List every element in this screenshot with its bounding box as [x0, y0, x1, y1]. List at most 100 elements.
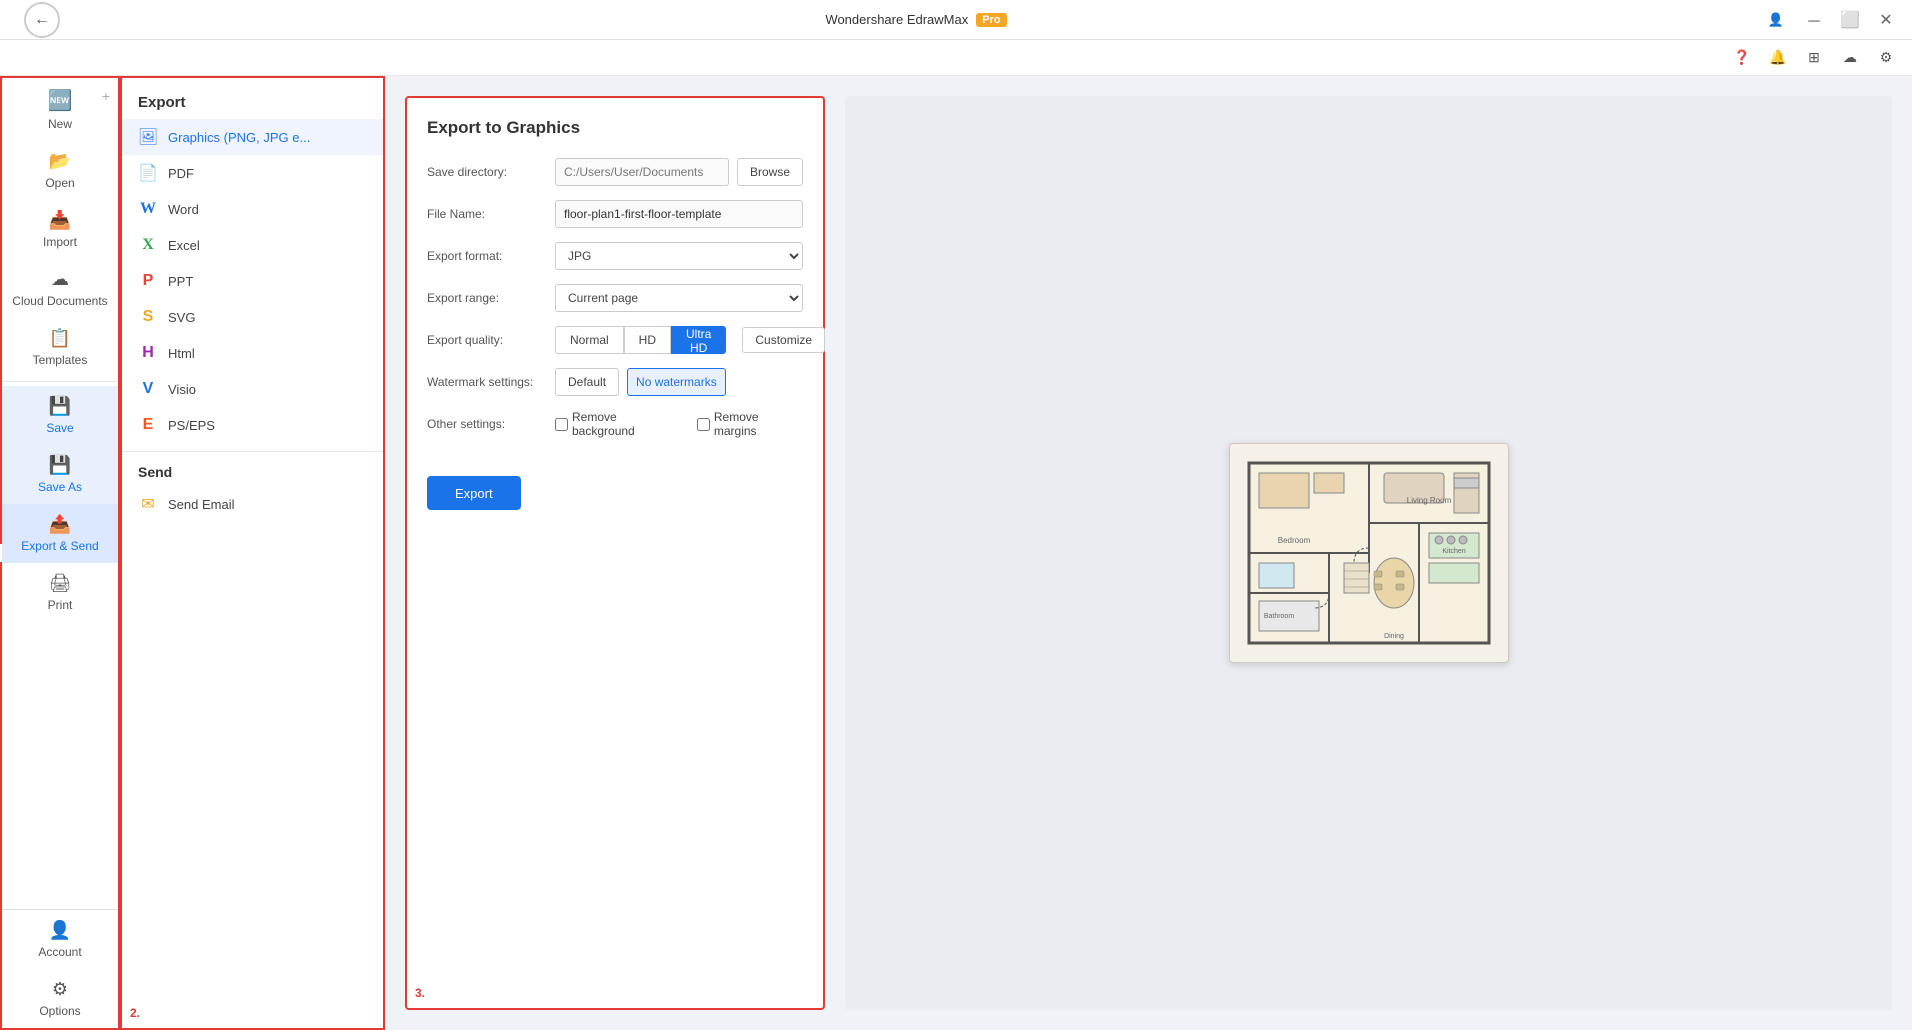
- save-directory-row: Save directory: Browse: [427, 158, 803, 186]
- sidebar-label-save-as: Save As: [38, 480, 82, 494]
- title-bar-center: Wondershare EdrawMax Pro: [825, 12, 1006, 27]
- export-item-word[interactable]: W Word: [122, 191, 383, 227]
- settings-icon[interactable]: ⚙: [1872, 44, 1900, 72]
- save-directory-label: Save directory:: [427, 165, 547, 179]
- bell-icon[interactable]: 🔔: [1764, 44, 1792, 72]
- quality-ultrahd-button[interactable]: Ultra HD: [671, 326, 726, 354]
- preview-area: Bedroom Living Room Kitchen Bathroom Din…: [845, 96, 1892, 1010]
- window-controls: 👤 － ⬜ ✕: [1760, 6, 1900, 34]
- app-title: Wondershare EdrawMax: [825, 12, 968, 27]
- export-item-pdf-label: PDF: [168, 166, 194, 181]
- close-button[interactable]: ✕: [1872, 6, 1900, 34]
- remove-background-checkbox[interactable]: Remove background: [555, 410, 681, 438]
- sidebar-label-open: Open: [45, 176, 74, 190]
- save-directory-input[interactable]: [555, 158, 729, 186]
- export-range-label: Export range:: [427, 291, 547, 305]
- sidebar-item-account[interactable]: 👤 Account: [2, 910, 118, 969]
- sidebar-label-new: New: [48, 117, 72, 131]
- remove-background-label: Remove background: [572, 410, 681, 438]
- minimize-button[interactable]: －: [1800, 6, 1828, 34]
- export-item-svg-label: SVG: [168, 310, 195, 325]
- grid-icon[interactable]: ⊞: [1800, 44, 1828, 72]
- remove-background-input[interactable]: [555, 418, 568, 431]
- sidebar-label-account: Account: [38, 945, 81, 959]
- avatar-icon[interactable]: 👤: [1760, 6, 1792, 34]
- sidebar-label-options: Options: [39, 1004, 80, 1018]
- export-item-graphics[interactable]: 🖼 Graphics (PNG, JPG e...: [122, 119, 383, 155]
- sidebar-item-options[interactable]: ⚙ Options: [2, 969, 118, 1028]
- sidebar-item-open[interactable]: 📂 Open: [2, 141, 118, 200]
- sidebar-item-export-send[interactable]: 📤 Export & Send: [2, 504, 118, 563]
- import-icon: 📥: [49, 210, 71, 231]
- export-item-ppt[interactable]: P PPT: [122, 263, 383, 299]
- file-name-label: File Name:: [427, 207, 547, 221]
- remove-margins-checkbox[interactable]: Remove margins: [697, 410, 803, 438]
- watermark-group: Default No watermarks: [555, 368, 726, 396]
- file-name-input[interactable]: [555, 200, 803, 228]
- sidebar-item-save-as[interactable]: 💾 Save As: [2, 445, 118, 504]
- remove-margins-label: Remove margins: [714, 410, 803, 438]
- export-item-send-email[interactable]: ✉ Send Email: [122, 486, 383, 522]
- templates-icon: 📋: [49, 328, 71, 349]
- watermark-label: Watermark settings:: [427, 375, 547, 389]
- sidebar-label-save: Save: [46, 421, 73, 435]
- app-badge: Pro: [976, 13, 1006, 27]
- watermark-option-button[interactable]: No watermarks: [627, 368, 726, 396]
- browse-button[interactable]: Browse: [737, 158, 803, 186]
- help-icon[interactable]: ❓: [1728, 44, 1756, 72]
- remove-margins-input[interactable]: [697, 418, 710, 431]
- excel-icon: X: [138, 235, 158, 255]
- export-button[interactable]: Export: [427, 476, 521, 510]
- export-item-visio[interactable]: V Visio: [122, 371, 383, 407]
- visio-icon: V: [138, 379, 158, 399]
- maximize-button[interactable]: ⬜: [1836, 6, 1864, 34]
- sidebar-item-import[interactable]: 📥 Import: [2, 200, 118, 259]
- other-settings-row: Other settings: Remove background Remove…: [427, 410, 803, 438]
- sidebar-divider: [2, 381, 118, 382]
- sidebar-item-print[interactable]: 🖨 Print: [2, 563, 118, 622]
- svg-text:Dining: Dining: [1384, 633, 1404, 640]
- file-name-row: File Name:: [427, 200, 803, 228]
- watermark-default-button[interactable]: Default: [555, 368, 619, 396]
- toolbar-row: ❓ 🔔 ⊞ ☁ ⚙: [0, 40, 1912, 76]
- title-bar: ← Wondershare EdrawMax Pro 👤 － ⬜ ✕: [0, 0, 1912, 40]
- export-item-pseps[interactable]: E PS/EPS: [122, 407, 383, 443]
- send-section-title: Send: [122, 451, 383, 486]
- export-item-visio-label: Visio: [168, 382, 196, 397]
- export-range-select[interactable]: Current page All pages Selected pages: [555, 284, 803, 312]
- word-icon: W: [138, 199, 158, 219]
- export-item-excel[interactable]: X Excel: [122, 227, 383, 263]
- sidebar-item-new[interactable]: 🆕 New +: [2, 78, 118, 141]
- export-item-ppt-label: PPT: [168, 274, 193, 289]
- pdf-icon: 📄: [138, 163, 158, 183]
- svg-icon: S: [138, 307, 158, 327]
- export-item-html[interactable]: H Html: [122, 335, 383, 371]
- graphics-icon: 🖼: [138, 127, 158, 147]
- back-button[interactable]: ←: [24, 2, 60, 38]
- annotation-3: 3.: [415, 986, 425, 1000]
- customize-button[interactable]: Customize: [742, 327, 825, 353]
- export-item-svg[interactable]: S SVG: [122, 299, 383, 335]
- export-range-row: Export range: Current page All pages Sel…: [427, 284, 803, 312]
- sidebar-item-templates[interactable]: 📋 Templates: [2, 318, 118, 377]
- sidebar-item-save[interactable]: 💾 Save: [2, 386, 118, 445]
- export-item-pseps-label: PS/EPS: [168, 418, 215, 433]
- svg-text:Bedroom: Bedroom: [1277, 536, 1310, 545]
- annotation-2: 2.: [130, 1006, 140, 1020]
- ppt-icon: P: [138, 271, 158, 291]
- export-item-graphics-label: Graphics (PNG, JPG e...: [168, 130, 310, 145]
- options-icon: ⚙: [52, 979, 68, 1000]
- export-item-pdf[interactable]: 📄 PDF: [122, 155, 383, 191]
- sidebar-item-cloud[interactable]: ☁ Cloud Documents: [2, 259, 118, 318]
- export-format-select[interactable]: JPG PNG BMP SVG PDF: [555, 242, 803, 270]
- account-icon: 👤: [49, 920, 71, 941]
- quality-normal-button[interactable]: Normal: [555, 326, 624, 354]
- export-item-send-email-label: Send Email: [168, 497, 234, 512]
- quality-hd-button[interactable]: HD: [624, 326, 671, 354]
- export-panel-title: Export to Graphics: [427, 118, 803, 138]
- cloud-icon[interactable]: ☁: [1836, 44, 1864, 72]
- pseps-icon: E: [138, 415, 158, 435]
- left-sidebar: 1. 🆕 New + 📂 Open 📥 Import ☁ Cloud Docum…: [0, 76, 120, 1030]
- export-quality-label: Export quality:: [427, 333, 547, 347]
- new-plus-icon: +: [102, 88, 110, 104]
